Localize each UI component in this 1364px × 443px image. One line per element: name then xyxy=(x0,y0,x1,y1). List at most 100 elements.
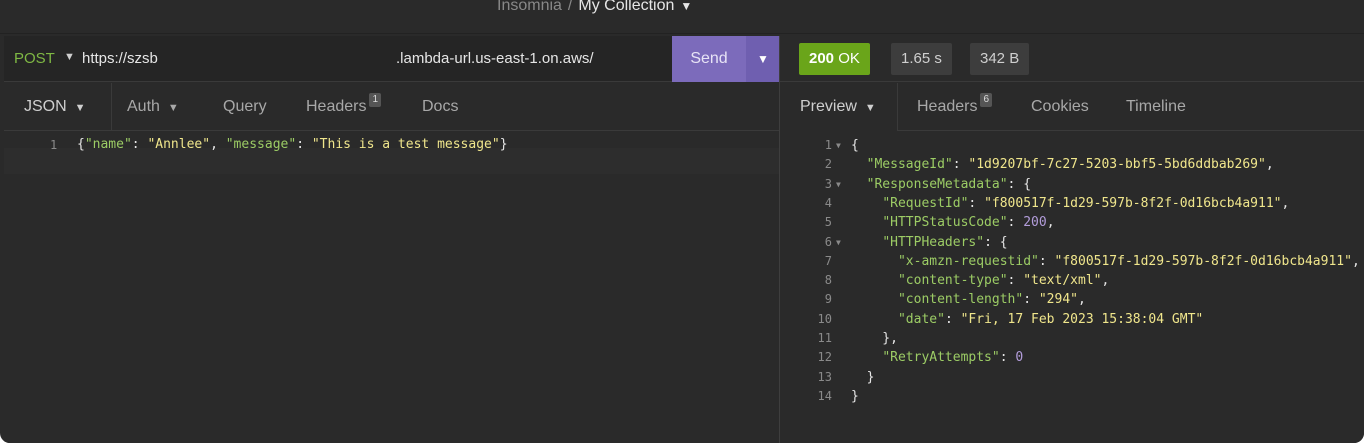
code-text: "ResponseMetadata": { xyxy=(851,175,1031,194)
status-badge: 200 OK xyxy=(799,43,870,75)
code-text: "x-amzn-requestid": "f800517f-1d29-597b-… xyxy=(851,252,1360,271)
code-token: : { xyxy=(1007,176,1032,192)
code-line: 14} xyxy=(780,387,1364,406)
send-button[interactable]: Send xyxy=(672,36,746,82)
chevron-down-icon: ▼ xyxy=(864,102,876,114)
tab-preview[interactable]: Preview ▼ xyxy=(780,83,898,131)
tab-docs[interactable]: Docs xyxy=(422,83,458,131)
code-text: "date": "Fri, 17 Feb 2023 15:38:04 GMT" xyxy=(851,310,1203,329)
url-input-end[interactable]: .lambda-url.us-east-1.on.aws/ xyxy=(396,50,594,67)
chevron-down-icon: ▼ xyxy=(167,102,179,114)
line-number: 2 xyxy=(824,157,832,172)
code-token: : { xyxy=(984,234,1008,250)
code-token: { xyxy=(851,138,859,153)
line-number: 7 xyxy=(824,253,832,268)
code-token: : xyxy=(968,195,985,211)
line-number: 6 xyxy=(824,234,832,249)
status-text: OK xyxy=(838,50,860,67)
tab-response-headers[interactable]: Headers 6 xyxy=(917,83,993,131)
code-token: "ResponseMetadata" xyxy=(866,176,1008,192)
code-token: 200 xyxy=(1023,215,1047,231)
method-selector[interactable]: POST xyxy=(14,50,55,67)
code-line: 12 "RetryAttempts": 0 xyxy=(780,348,1364,367)
line-number: 1 xyxy=(50,138,58,152)
request-json-code[interactable]: {"name": "Annlee", "message": "This is a… xyxy=(77,137,508,152)
tab-headers[interactable]: Headers 1 xyxy=(306,83,382,131)
code-token: } xyxy=(499,137,508,152)
response-preview-editor[interactable]: 1 ▼ {2 "MessageId": "1d9207bf-7c27-5203-bb… xyxy=(780,132,1364,443)
code-line: 10 "date": "Fri, 17 Feb 2023 15:38:04 GM… xyxy=(780,310,1364,329)
chevron-down-icon[interactable]: ▼ xyxy=(680,0,692,13)
code-token: : xyxy=(952,157,969,173)
code-token: "name" xyxy=(84,137,132,152)
code-token: : xyxy=(296,137,312,152)
code-token: "x-amzn-requestid" xyxy=(897,253,1039,269)
code-token: , xyxy=(1281,195,1290,211)
status-code: 200 xyxy=(809,50,835,67)
chevron-down-icon[interactable]: ▼ xyxy=(64,51,75,63)
tab-timeline[interactable]: Timeline xyxy=(1126,83,1186,131)
chevron-down-icon: ▼ xyxy=(74,102,86,114)
code-token: "Annlee" xyxy=(147,137,211,152)
fold-chevron-icon[interactable]: ▼ xyxy=(836,136,841,155)
code-token: "date" xyxy=(897,311,945,327)
tab-label: Preview xyxy=(800,98,857,115)
code-text: { xyxy=(851,136,859,155)
url-input-start[interactable]: https://szsb xyxy=(82,50,158,67)
line-number: 3 xyxy=(824,176,832,191)
code-token: { xyxy=(77,137,85,152)
code-text: }, xyxy=(851,329,898,348)
fold-chevron-icon[interactable]: ▼ xyxy=(836,233,841,252)
code-token: "294" xyxy=(1038,292,1078,308)
code-text: "RequestId": "f800517f-1d29-597b-8f2f-0d… xyxy=(851,194,1289,213)
code-token: "RetryAttempts" xyxy=(882,350,1000,366)
chevron-down-icon: ▼ xyxy=(757,52,769,66)
code-token: : xyxy=(944,311,961,327)
code-token: "content-type" xyxy=(897,273,1008,289)
code-token: , xyxy=(210,137,226,152)
code-token: : xyxy=(1007,215,1024,231)
tab-json-body[interactable]: JSON ▼ xyxy=(24,83,112,131)
app-name: Insomnia xyxy=(497,0,562,14)
tab-label: Auth xyxy=(127,98,160,115)
insomnia-window: Insomnia / My Collection ▼ POST ▼ https:… xyxy=(0,0,1364,443)
code-text: "RetryAttempts": 0 xyxy=(851,348,1023,367)
line-number: 1 xyxy=(824,138,832,152)
fold-chevron-icon[interactable]: ▼ xyxy=(836,175,841,194)
line-number: 10 xyxy=(817,311,832,326)
response-status-bar: 200 OK 1.65 s 342 B xyxy=(780,36,1364,82)
tab-query[interactable]: Query xyxy=(223,83,267,131)
line-number: 5 xyxy=(824,215,832,230)
request-url-bar: POST ▼ https://szsb .lambda-url.us-east-… xyxy=(4,36,780,82)
tab-auth[interactable]: Auth ▼ xyxy=(127,83,179,131)
code-text: "HTTPStatusCode": 200, xyxy=(851,213,1055,232)
headers-count-badge: 6 xyxy=(980,93,993,107)
code-token: "text/xml" xyxy=(1023,273,1102,289)
tab-label: JSON xyxy=(24,98,67,115)
send-options-button[interactable]: ▼ xyxy=(746,36,780,82)
code-text: "content-type": "text/xml", xyxy=(851,271,1109,290)
code-text: } xyxy=(851,387,859,406)
code-token: "RequestId" xyxy=(882,195,969,211)
request-body-editor[interactable]: 1 {"name": "Annlee", "message": "This is… xyxy=(4,132,779,443)
collection-breadcrumb[interactable]: Insomnia / My Collection ▼ xyxy=(497,0,692,15)
code-text: } xyxy=(851,368,875,387)
code-line: 7 "x-amzn-requestid": "f800517f-1d29-597… xyxy=(780,252,1364,271)
code-token: : xyxy=(999,350,1016,366)
request-tabs: JSON ▼ Auth ▼ Query Headers 1 Docs xyxy=(4,83,779,131)
title-bar: Insomnia / My Collection ▼ xyxy=(0,0,1364,34)
code-token: "1d9207bf-7c27-5203-bbf5-5bd6ddbab269" xyxy=(968,157,1266,173)
tab-cookies[interactable]: Cookies xyxy=(1031,83,1089,131)
code-token: "content-length" xyxy=(897,292,1024,308)
code-token: , xyxy=(1046,215,1055,231)
code-token: } xyxy=(851,369,875,385)
collection-name[interactable]: My Collection xyxy=(578,0,674,15)
